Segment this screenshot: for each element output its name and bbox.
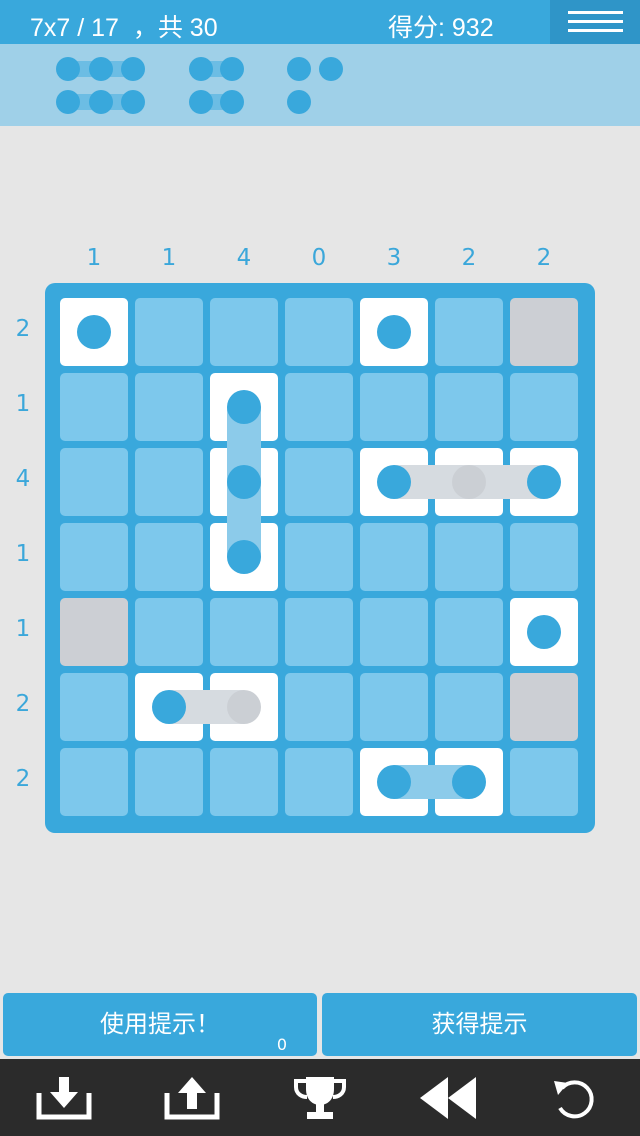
row-hint: 2 bbox=[15, 766, 31, 792]
grid-cell[interactable] bbox=[60, 448, 128, 516]
grid-cell[interactable] bbox=[135, 748, 203, 816]
grid-cell[interactable] bbox=[435, 373, 503, 441]
piece-dot bbox=[287, 90, 311, 114]
row-hint: 2 bbox=[15, 316, 31, 342]
column-hint: 0 bbox=[311, 245, 327, 271]
grid-cell[interactable] bbox=[435, 673, 503, 741]
grid-cell[interactable] bbox=[510, 373, 578, 441]
pieces-legend bbox=[0, 44, 640, 126]
grid-cell[interactable] bbox=[360, 523, 428, 591]
rock-cell[interactable] bbox=[60, 598, 128, 666]
ship-dot bbox=[377, 315, 411, 349]
ship-dot bbox=[152, 690, 186, 724]
ship-dot bbox=[227, 465, 261, 499]
top-bar: 7x7 / 17 ，共 30 得分: 932 bbox=[0, 0, 640, 44]
grid-cell[interactable] bbox=[510, 523, 578, 591]
piece-dot bbox=[121, 90, 145, 114]
ship-dot bbox=[77, 315, 111, 349]
menu-icon-line bbox=[568, 29, 623, 32]
grid-cell[interactable] bbox=[285, 598, 353, 666]
ship-dot bbox=[527, 615, 561, 649]
upload-icon[interactable] bbox=[162, 1073, 222, 1123]
grid-cell[interactable] bbox=[285, 523, 353, 591]
bottom-toolbar bbox=[0, 1059, 640, 1136]
column-hint: 1 bbox=[161, 245, 177, 271]
grid-cell[interactable] bbox=[285, 673, 353, 741]
row-hint: 1 bbox=[15, 391, 31, 417]
undo-icon[interactable] bbox=[546, 1073, 606, 1123]
menu-icon-line bbox=[568, 20, 623, 23]
rock-cell[interactable] bbox=[510, 673, 578, 741]
row-hint: 4 bbox=[15, 466, 31, 492]
grid-cell[interactable] bbox=[435, 523, 503, 591]
grid-cell[interactable] bbox=[135, 598, 203, 666]
column-hint: 4 bbox=[236, 245, 252, 271]
ship-dot bbox=[377, 765, 411, 799]
piece-dot bbox=[89, 57, 113, 81]
use-hint-label: 使用提示！ bbox=[100, 1010, 220, 1038]
grid-cell[interactable] bbox=[510, 748, 578, 816]
row-hint: 1 bbox=[15, 616, 31, 642]
grid-cell[interactable] bbox=[360, 673, 428, 741]
piece-dot bbox=[220, 57, 244, 81]
grid-cell[interactable] bbox=[135, 448, 203, 516]
download-icon[interactable] bbox=[34, 1073, 94, 1123]
trophy-icon[interactable] bbox=[290, 1073, 350, 1123]
piece-dot bbox=[189, 57, 213, 81]
column-hint: 2 bbox=[536, 245, 552, 271]
menu-button[interactable] bbox=[550, 0, 640, 44]
grid-cell[interactable] bbox=[435, 598, 503, 666]
grid-cell[interactable] bbox=[360, 373, 428, 441]
rewind-icon[interactable] bbox=[418, 1073, 478, 1123]
game-board bbox=[45, 283, 595, 833]
grid-cell[interactable] bbox=[135, 523, 203, 591]
grid-cell[interactable] bbox=[135, 298, 203, 366]
ship-dot bbox=[377, 465, 411, 499]
column-hint: 3 bbox=[386, 245, 402, 271]
get-hint-label: 获得提示 bbox=[431, 1010, 528, 1038]
ship-dot bbox=[227, 390, 261, 424]
grid-cell[interactable] bbox=[60, 673, 128, 741]
row-hint: 1 bbox=[15, 541, 31, 567]
grid-cell[interactable] bbox=[210, 598, 278, 666]
menu-icon-line bbox=[568, 11, 623, 14]
piece-dot bbox=[121, 57, 145, 81]
piece-dot bbox=[319, 57, 343, 81]
rock-cell[interactable] bbox=[510, 298, 578, 366]
get-hint-button[interactable]: 获得提示 bbox=[322, 993, 637, 1056]
gray-dot bbox=[452, 465, 486, 499]
level-indicator: 7x7 / 17 ，共 30 bbox=[30, 14, 218, 42]
grid-cell[interactable] bbox=[285, 373, 353, 441]
grid-cell[interactable] bbox=[60, 523, 128, 591]
grid-cell[interactable] bbox=[435, 298, 503, 366]
piece-dot bbox=[56, 57, 80, 81]
grid-cell[interactable] bbox=[60, 748, 128, 816]
use-hint-button[interactable]: 使用提示！ 0 bbox=[3, 993, 317, 1056]
score-display: 得分: 932 bbox=[388, 14, 494, 42]
piece-dot bbox=[189, 90, 213, 114]
ship-dot bbox=[527, 465, 561, 499]
column-hint: 1 bbox=[86, 245, 102, 271]
ship-dot bbox=[227, 540, 261, 574]
column-hint: 2 bbox=[461, 245, 477, 271]
grid-cell[interactable] bbox=[285, 298, 353, 366]
grid-cell[interactable] bbox=[210, 748, 278, 816]
grid-cell[interactable] bbox=[210, 298, 278, 366]
gray-dot bbox=[227, 690, 261, 724]
hint-count: 0 bbox=[276, 1035, 287, 1054]
grid-cell[interactable] bbox=[360, 598, 428, 666]
piece-dot bbox=[220, 90, 244, 114]
piece-dot bbox=[89, 90, 113, 114]
piece-dot bbox=[56, 90, 80, 114]
ship-dot bbox=[452, 765, 486, 799]
row-hint: 2 bbox=[15, 691, 31, 717]
grid-cell[interactable] bbox=[285, 748, 353, 816]
piece-dot bbox=[287, 57, 311, 81]
grid-cell[interactable] bbox=[285, 448, 353, 516]
grid-cell[interactable] bbox=[60, 373, 128, 441]
grid-cell[interactable] bbox=[135, 373, 203, 441]
